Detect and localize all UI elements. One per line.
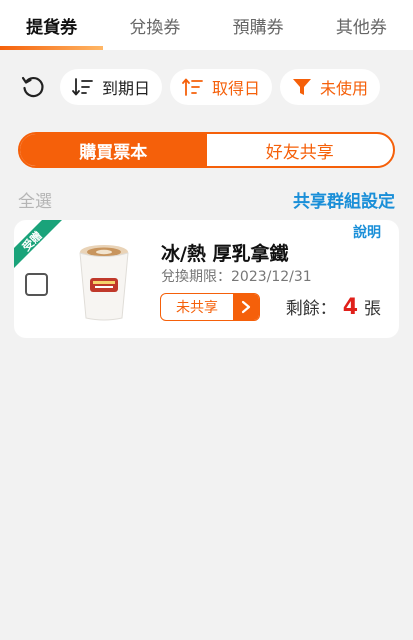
- sort-obtained-label: 取得日: [212, 79, 261, 98]
- top-tab-bar: 提貨券 兌換券 預購券 其他券: [0, 0, 413, 50]
- refresh-button[interactable]: [14, 68, 52, 106]
- latte-cup-image: [79, 245, 129, 321]
- refresh-icon: [21, 76, 44, 98]
- sort-expiry-label: 到期日: [102, 79, 151, 98]
- select-all-button[interactable]: 全選: [18, 187, 52, 212]
- share-status-label: 未共享: [176, 300, 218, 316]
- tab-other-coupons[interactable]: 其他券: [310, 0, 413, 50]
- coupon-source-segment: 購買票本 好友共享: [18, 132, 395, 168]
- share-group-settings-link[interactable]: 共享群組設定: [293, 187, 395, 212]
- remaining-count: 4: [342, 295, 358, 320]
- segment-friend-share[interactable]: 好友共享: [207, 134, 394, 166]
- sort-by-obtained-chip[interactable]: 取得日: [170, 69, 273, 105]
- tab-pickup-coupons[interactable]: 提貨券: [0, 0, 104, 50]
- coupon-help-link[interactable]: 說明: [353, 222, 381, 242]
- coupon-select-checkbox[interactable]: [25, 273, 48, 296]
- status-filter-label: 未使用: [320, 79, 369, 98]
- coupon-card[interactable]: 受贈 說明 冰/熱 厚乳拿鐵 兌換期限：2023/12/31 未共享 剩餘： 4…: [14, 220, 399, 338]
- chevron-right-icon: [241, 300, 251, 314]
- segment-purchased-book[interactable]: 購買票本: [20, 134, 207, 166]
- tab-exchange-coupons[interactable]: 兌換券: [103, 0, 206, 50]
- remaining-unit: 張: [364, 299, 381, 319]
- share-arrow: [233, 294, 259, 320]
- coupon-title: 冰/熱 厚乳拿鐵: [161, 243, 289, 265]
- status-filter-chip[interactable]: 未使用: [280, 69, 381, 105]
- remaining-quantity: 剩餘： 4 張: [286, 294, 381, 320]
- tab-preorder-coupons[interactable]: 預購券: [207, 0, 310, 50]
- sort-by-expiry-chip[interactable]: 到期日: [60, 69, 163, 105]
- sort-descending-icon: [72, 78, 93, 96]
- coupon-expiry: 兌換期限：2023/12/31: [161, 269, 312, 285]
- remaining-label: 剩餘：: [285, 299, 337, 319]
- share-status-button[interactable]: 未共享: [160, 293, 260, 321]
- filter-bar: 到期日 取得日 未使用: [14, 68, 399, 106]
- sort-ascending-icon: [182, 78, 203, 96]
- filter-funnel-icon: [293, 79, 312, 95]
